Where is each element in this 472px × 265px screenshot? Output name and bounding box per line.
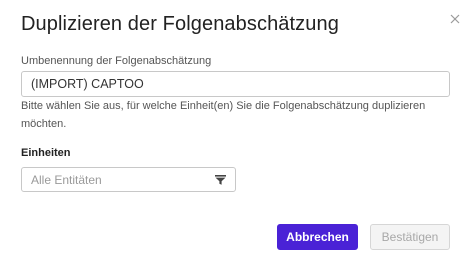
- cancel-button[interactable]: Abbrechen: [277, 224, 358, 250]
- rename-input[interactable]: [21, 71, 450, 97]
- duplicate-dialog: Duplizieren der Folgenabschätzung Umbene…: [0, 0, 472, 265]
- filter-icon: [214, 174, 226, 186]
- units-select[interactable]: Alle Entitäten: [21, 167, 236, 192]
- close-button[interactable]: [447, 11, 463, 27]
- rename-label: Umbenennung der Folgenabschätzung: [21, 55, 212, 67]
- help-text: Bitte wählen Sie aus, für welche Einheit…: [21, 100, 426, 130]
- confirm-button[interactable]: Bestätigen: [370, 224, 450, 250]
- units-placeholder: Alle Entitäten: [31, 172, 102, 187]
- units-label: Einheiten: [21, 147, 71, 159]
- close-icon: [450, 14, 460, 24]
- dialog-title: Duplizieren der Folgenabschätzung: [21, 13, 339, 35]
